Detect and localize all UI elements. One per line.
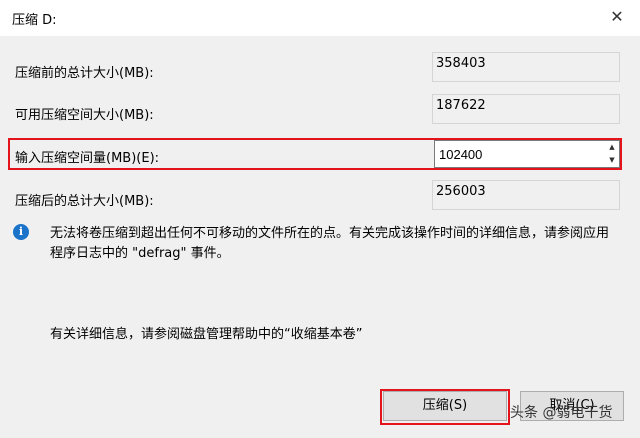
- available-label: 可用压缩空间大小(MB):: [15, 108, 154, 123]
- close-icon[interactable]: ✕: [606, 6, 628, 28]
- watermark: 头条 @弱电干货: [510, 405, 613, 421]
- available-value: 187622: [432, 94, 620, 124]
- amount-input[interactable]: [434, 140, 606, 168]
- amount-label: 输入压缩空间量(MB)(E):: [15, 151, 160, 166]
- spin-down-icon[interactable]: ▼: [605, 154, 619, 167]
- amount-spinner[interactable]: ▲ ▼: [605, 140, 620, 168]
- info-text: 无法将卷压缩到超出任何不可移动的文件所在的点。有关完成该操作时间的详细信息，请参…: [50, 226, 610, 261]
- info-icon: i: [13, 224, 29, 240]
- total-before-label: 压缩前的总计大小(MB):: [15, 66, 154, 81]
- help-text: 有关详细信息，请参阅磁盘管理帮助中的“收缩基本卷”: [50, 327, 363, 342]
- total-before-value: 358403: [432, 52, 620, 82]
- title-bar: 压缩 D: ✕: [0, 0, 640, 36]
- spin-up-icon[interactable]: ▲: [605, 141, 619, 154]
- total-after-value: 256003: [432, 180, 620, 210]
- shrink-button[interactable]: 压缩(S): [383, 391, 507, 421]
- total-after-label: 压缩后的总计大小(MB):: [15, 194, 154, 209]
- window-title: 压缩 D:: [12, 13, 57, 28]
